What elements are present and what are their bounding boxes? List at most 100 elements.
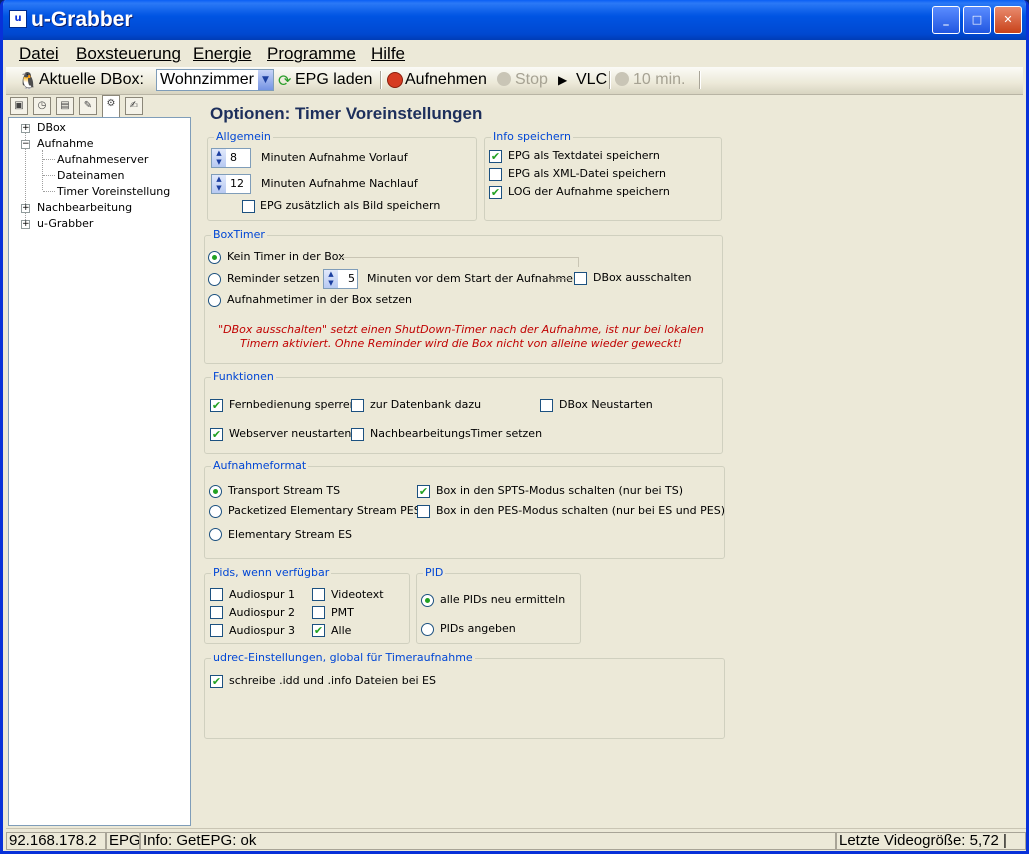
audiospur2-checkbox[interactable]: [210, 606, 223, 619]
spinner-arrows-icon[interactable]: ▲ ▼: [212, 175, 226, 193]
menu-programme[interactable]: Programme: [267, 44, 356, 64]
stop-button[interactable]: Stop: [515, 71, 548, 89]
clock-icon[interactable]: ◷: [33, 97, 51, 115]
es-radio[interactable]: [209, 528, 222, 541]
ten-min-button[interactable]: 10 min.: [633, 71, 685, 89]
ts-label: Transport Stream TS: [228, 484, 341, 497]
tree-item-aufnahme[interactable]: Aufnahme: [37, 137, 94, 150]
minuten-label: Minuten vor dem Start der Aufnahme: [367, 272, 573, 285]
status-epg: EPG: [106, 832, 140, 850]
vlc-button[interactable]: VLC: [576, 71, 607, 89]
reminder-spinner[interactable]: ▲ ▼ 5: [323, 269, 358, 289]
menu-hilfe[interactable]: Hilfe: [371, 44, 405, 64]
group-label: Info speichern: [491, 130, 573, 143]
expand-icon[interactable]: +: [21, 124, 30, 133]
log-checkbox[interactable]: ✔: [489, 186, 502, 199]
tree-item-timer-voreinstellung[interactable]: Timer Voreinstellung: [57, 185, 170, 198]
pes-mode-checkbox[interactable]: [417, 505, 430, 518]
menu-bar: Datei Boxsteuerung Energie Programme Hil…: [3, 40, 1026, 66]
minimize-button[interactable]: _: [932, 6, 960, 34]
pmt-label: PMT: [331, 606, 354, 619]
tree-item-dateinamen[interactable]: Dateinamen: [57, 169, 125, 182]
spinner-arrows-icon[interactable]: ▲ ▼: [324, 270, 338, 288]
menu-boxsteuerung[interactable]: Boxsteuerung: [76, 44, 181, 64]
status-video-size: Letzte Videogröße: 5,72 |: [836, 832, 1026, 850]
vorlauf-value: 8: [230, 151, 237, 164]
neustart-checkbox[interactable]: [540, 399, 553, 412]
gear-icon[interactable]: ⚙: [102, 95, 120, 117]
aufnahmetimer-radio[interactable]: [208, 294, 221, 307]
audiospur2-label: Audiospur 2: [229, 606, 295, 619]
tree-item-nachbearbeitung[interactable]: Nachbearbeitung: [37, 201, 132, 214]
tree-item-dbox[interactable]: DBox: [37, 121, 66, 134]
group-label: Pids, wenn verfügbar: [211, 566, 332, 579]
toolbar-separator: [380, 71, 382, 89]
expand-icon[interactable]: +: [21, 204, 30, 213]
pid-angeben-label: PIDs angeben: [440, 622, 516, 635]
film-icon[interactable]: ▤: [56, 97, 74, 115]
divider: [341, 257, 579, 258]
spts-label: Box in den SPTS-Modus schalten (nur bei …: [436, 484, 684, 497]
tree-item-aufnahmeserver[interactable]: Aufnahmeserver: [57, 153, 148, 166]
datenbank-label: zur Datenbank dazu: [370, 398, 482, 411]
expand-icon[interactable]: +: [21, 220, 30, 229]
tree-tab-strip: ▣ ◷ ▤ ✎ ⚙ ✍: [8, 95, 191, 117]
app-icon: u: [9, 10, 27, 28]
group-label: Aufnahmeformat: [211, 459, 309, 472]
close-button[interactable]: ✕: [994, 6, 1022, 34]
toolbar-separator: [609, 71, 611, 89]
record-button[interactable]: Aufnehmen: [405, 71, 487, 89]
group-label: Allgemein: [214, 130, 273, 143]
spts-checkbox[interactable]: ✔: [417, 485, 430, 498]
videotext-checkbox[interactable]: [312, 588, 325, 601]
penguin-icon: 🐧: [18, 73, 38, 90]
audiospur1-checkbox[interactable]: [210, 588, 223, 601]
maximize-button[interactable]: □: [963, 6, 991, 34]
nachbearbeitungstimer-checkbox[interactable]: [351, 428, 364, 441]
timer-icon: [615, 72, 629, 86]
spinner-arrows-icon[interactable]: ▲ ▼: [212, 149, 226, 167]
status-info: Info: GetEPG: ok: [140, 832, 836, 850]
dbox-select[interactable]: Wohnzimmer ▼: [156, 69, 274, 91]
kein-timer-label: Kein Timer in der Box: [227, 250, 345, 263]
audiospur1-label: Audiospur 1: [229, 588, 295, 601]
nachlauf-spinner[interactable]: ▲ ▼ 12: [211, 174, 251, 194]
chevron-down-icon[interactable]: ▼: [258, 70, 273, 90]
epg-xml-checkbox[interactable]: [489, 168, 502, 181]
tree-item-ugrabber[interactable]: u-Grabber: [37, 217, 93, 230]
nachbearbeitungstimer-label: NachbearbeitungsTimer setzen: [370, 427, 543, 440]
epg-bild-checkbox[interactable]: [242, 200, 255, 213]
reminder-radio[interactable]: [208, 273, 221, 286]
nachlauf-label: Minuten Aufnahme Nachlauf: [261, 177, 418, 190]
pid-neu-radio[interactable]: [421, 594, 434, 607]
stop-icon: [497, 72, 511, 86]
tv-icon[interactable]: ▣: [10, 97, 28, 115]
epg-text-checkbox[interactable]: ✔: [489, 150, 502, 163]
audiospur3-checkbox[interactable]: [210, 624, 223, 637]
fernbedienung-checkbox[interactable]: ✔: [210, 399, 223, 412]
collapse-icon[interactable]: −: [21, 140, 30, 149]
group-label: udrec-Einstellungen, global für Timerauf…: [211, 651, 475, 664]
status-bar: 92.168.178.2 EPG Info: GetEPG: ok Letzte…: [6, 828, 1026, 851]
pes-radio[interactable]: [209, 505, 222, 518]
pes-mode-label: Box in den PES-Modus schalten (nur bei E…: [436, 504, 725, 517]
pid-angeben-radio[interactable]: [421, 623, 434, 636]
note-line: "DBox ausschalten" setzt einen ShutDown-…: [218, 323, 704, 336]
webserver-checkbox[interactable]: ✔: [210, 428, 223, 441]
ts-radio[interactable]: [209, 485, 222, 498]
title-bar[interactable]: u u-Grabber _ □ ✕: [3, 0, 1026, 40]
datenbank-checkbox[interactable]: [351, 399, 364, 412]
wrench-icon[interactable]: ✎: [79, 97, 97, 115]
menu-datei[interactable]: Datei: [19, 44, 59, 64]
pmt-checkbox[interactable]: [312, 606, 325, 619]
window-title: u-Grabber: [31, 8, 133, 31]
dbox-ausschalten-checkbox[interactable]: [574, 272, 587, 285]
menu-energie[interactable]: Energie: [193, 44, 252, 64]
vorlauf-spinner[interactable]: ▲ ▼ 8: [211, 148, 251, 168]
epg-load-button[interactable]: EPG laden: [295, 71, 372, 89]
notepad-icon[interactable]: ✍: [125, 97, 143, 115]
toolbar: 🐧 Aktuelle DBox: Wohnzimmer ▼ ⟳ EPG lade…: [6, 67, 1023, 95]
idd-checkbox[interactable]: ✔: [210, 675, 223, 688]
kein-timer-radio[interactable]: [208, 251, 221, 264]
alle-checkbox[interactable]: ✔: [312, 624, 325, 637]
